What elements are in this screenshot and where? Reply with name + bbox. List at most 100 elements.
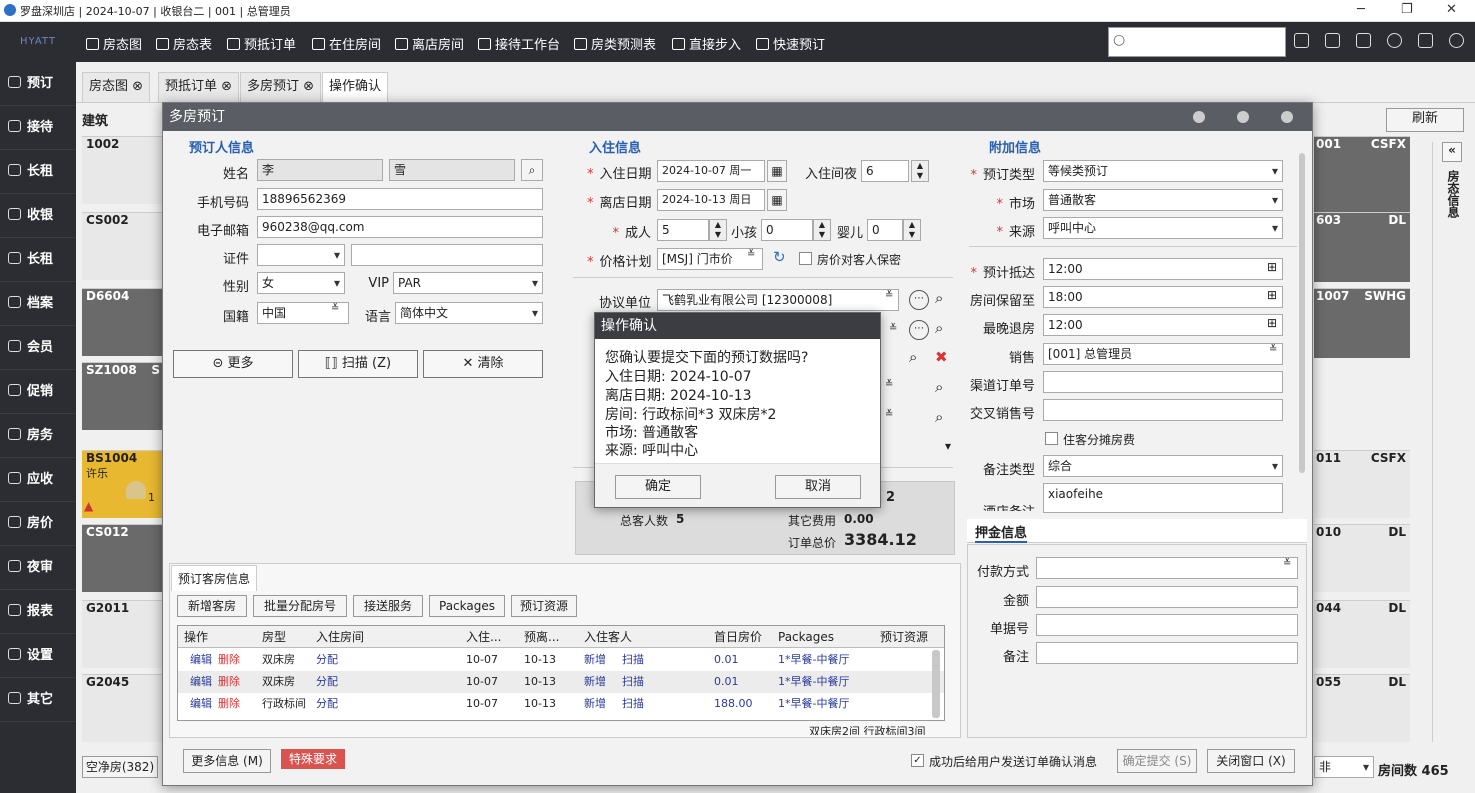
nav-room-status-map[interactable]: 房态图 bbox=[86, 34, 142, 53]
checkin-date-field[interactable]: 2024-10-07 周一 bbox=[657, 160, 765, 182]
add-room-button[interactable]: 新增客房 bbox=[177, 595, 247, 617]
tab-room-status-map[interactable]: 房态图 ⊗ bbox=[82, 72, 151, 102]
dialog-minimize-icon[interactable] bbox=[1193, 111, 1205, 123]
special-request-button[interactable]: 特殊要求 bbox=[281, 749, 346, 769]
table-row[interactable]: 编辑 删除 双床房 分配 10-07 10-13 新增 扫描 0.01 1*早餐… bbox=[178, 671, 944, 693]
transfer-service-button[interactable]: 接送服务 bbox=[353, 595, 423, 617]
nav-departure-rooms[interactable]: 离店房间 bbox=[395, 34, 464, 53]
time-picker-icon[interactable]: ⊞ bbox=[1267, 316, 1277, 330]
clear-button[interactable]: ✕ 清除 bbox=[423, 350, 543, 378]
nav-walk-in[interactable]: 直接步入 bbox=[672, 34, 741, 53]
nav-room-status-table[interactable]: 房态表 bbox=[156, 34, 212, 53]
split-rate-checkbox[interactable] bbox=[1045, 432, 1058, 445]
table-row[interactable]: 编辑 删除 双床房 分配 10-07 10-13 新增 扫描 0.01 1*早餐… bbox=[178, 649, 944, 671]
adult-stepper[interactable]: ▲ ▼ bbox=[709, 219, 727, 241]
more-options-icon[interactable]: ⋯ bbox=[909, 320, 929, 340]
adult-field[interactable]: 5 bbox=[657, 219, 709, 241]
sidebar-item-reports[interactable]: 报表 bbox=[0, 590, 76, 634]
deposit-note-field[interactable] bbox=[1036, 642, 1298, 664]
nav-forecast[interactable]: 房类预测表 bbox=[574, 34, 656, 53]
globe-icon[interactable] bbox=[1387, 33, 1402, 48]
search-icon[interactable]: ⌕ bbox=[935, 319, 943, 337]
sidebar-item-housekeeping[interactable]: 房务 bbox=[0, 414, 76, 458]
source-select[interactable]: 呼叫中心 bbox=[1043, 217, 1283, 239]
hold-until-field[interactable]: 18:00 bbox=[1043, 286, 1283, 308]
given-name-field[interactable]: 雪 bbox=[389, 159, 515, 181]
packages-button[interactable]: Packages bbox=[429, 595, 505, 617]
lock-icon[interactable] bbox=[1418, 33, 1433, 48]
language-select[interactable]: 简体中文 bbox=[395, 302, 543, 324]
calendar-icon[interactable]: ▦ bbox=[767, 189, 787, 211]
nav-quick-booking[interactable]: 快速预订 bbox=[756, 34, 825, 53]
document-no-field[interactable] bbox=[1036, 614, 1298, 636]
notify-checkbox[interactable]: ✓ bbox=[911, 754, 924, 767]
submit-button[interactable]: 确定提交 (S) bbox=[1117, 749, 1197, 773]
sidebar-item-promotion[interactable]: 促销 bbox=[0, 370, 76, 414]
table-scrollbar[interactable] bbox=[932, 650, 940, 718]
room-card[interactable]: CS002 bbox=[82, 212, 162, 280]
hotel-remark-field[interactable]: xiaofeihe bbox=[1043, 483, 1283, 513]
phone-field[interactable]: 18896562369 bbox=[257, 188, 543, 210]
scrollbar[interactable] bbox=[1299, 153, 1305, 473]
tab-multi-room-booking[interactable]: 多房预订 ⊗ bbox=[240, 72, 322, 102]
sidebar-item-members[interactable]: 会员 bbox=[0, 326, 76, 370]
room-card[interactable]: 011 CSFX bbox=[1314, 450, 1410, 518]
agreement-select[interactable]: 飞鹤乳业有限公司 [12300008] bbox=[657, 289, 899, 311]
room-card[interactable]: 1002 bbox=[82, 136, 162, 204]
amount-field[interactable] bbox=[1036, 586, 1298, 608]
search-icon[interactable]: ⌕ bbox=[935, 289, 943, 307]
confirm-ok-button[interactable]: 确定 bbox=[615, 475, 701, 499]
global-search-input[interactable]: ○ bbox=[1108, 27, 1286, 57]
sidebar-item-long-stay[interactable]: 长租 bbox=[0, 150, 76, 194]
room-card[interactable]: 001 CSFX bbox=[1314, 136, 1410, 212]
cross-sale-field[interactable] bbox=[1043, 399, 1283, 421]
nav-arrival-orders[interactable]: 预抵订单 bbox=[227, 34, 296, 53]
sidebar-item-other[interactable]: 其它 bbox=[0, 678, 76, 722]
sidebar-item-rates[interactable]: 房价 bbox=[0, 502, 76, 546]
batch-assign-button[interactable]: 批量分配房号 bbox=[253, 595, 347, 617]
close-dialog-button[interactable]: 关闭窗口 (X) bbox=[1207, 749, 1295, 773]
dialog-maximize-icon[interactable] bbox=[1237, 111, 1249, 123]
calculator-icon[interactable] bbox=[1325, 33, 1340, 48]
refresh-button[interactable]: 刷新 bbox=[1386, 108, 1464, 132]
sidebar-item-booking[interactable]: 预订 bbox=[0, 62, 76, 106]
room-card[interactable]: CS012 bbox=[82, 524, 162, 592]
tab-arrival-orders[interactable]: 预抵订单 ⊗ bbox=[158, 72, 240, 102]
room-card[interactable]: 044 DL bbox=[1314, 600, 1410, 668]
delete-icon[interactable]: ✖ bbox=[935, 348, 948, 366]
sidebar-item-reception[interactable]: 接待 bbox=[0, 106, 76, 150]
room-card[interactable]: G2011 bbox=[82, 600, 162, 668]
sidebar-item-night-audit[interactable]: 夜审 bbox=[0, 546, 76, 590]
message-icon[interactable] bbox=[1294, 33, 1309, 48]
id-type-select[interactable] bbox=[257, 244, 345, 266]
channel-order-field[interactable] bbox=[1043, 371, 1283, 393]
infant-stepper[interactable]: ▲ ▼ bbox=[903, 219, 921, 241]
vacant-clean-filter[interactable]: 空净房(382) bbox=[82, 756, 158, 778]
restore-button[interactable]: ❐ bbox=[1401, 2, 1413, 17]
booking-type-select[interactable]: 等候类预订 bbox=[1043, 160, 1283, 182]
booking-resource-button[interactable]: 预订资源 bbox=[511, 595, 577, 617]
payment-method-select[interactable] bbox=[1036, 557, 1298, 579]
room-card[interactable]: 055 DL bbox=[1314, 674, 1410, 742]
remark-type-select[interactable]: 综合 bbox=[1043, 455, 1283, 477]
child-field[interactable]: 0 bbox=[761, 219, 813, 241]
late-checkout-field[interactable]: 12:00 bbox=[1043, 314, 1283, 336]
sidebar-item-profiles[interactable]: 档案 bbox=[0, 282, 76, 326]
nav-inhouse-rooms[interactable]: 在住房间 bbox=[312, 34, 381, 53]
room-card-occupied[interactable]: BS1004 许乐 1 ▲ bbox=[82, 450, 162, 518]
gender-select[interactable]: 女 bbox=[257, 272, 345, 294]
calendar-icon[interactable]: ▦ bbox=[767, 160, 787, 182]
time-picker-icon[interactable]: ⊞ bbox=[1267, 260, 1277, 274]
refresh-rate-icon[interactable]: ↻ bbox=[773, 248, 786, 266]
room-card[interactable]: 010 DL bbox=[1314, 524, 1410, 592]
rooms-tab[interactable]: 预订客房信息 bbox=[171, 565, 258, 591]
search-icon[interactable]: ⌕ bbox=[935, 378, 943, 396]
arrival-time-field[interactable]: 12:00 bbox=[1043, 258, 1283, 280]
room-card[interactable]: G2045 bbox=[82, 674, 162, 742]
tab-operation-confirm[interactable]: 操作确认 bbox=[322, 72, 389, 102]
nights-field[interactable]: 6 bbox=[861, 160, 909, 182]
nav-reception-desk[interactable]: 接待工作台 bbox=[478, 34, 560, 53]
vip-select[interactable]: PAR bbox=[393, 272, 543, 294]
rate-secret-checkbox[interactable] bbox=[799, 252, 812, 265]
checkout-date-field[interactable]: 2024-10-13 周日 bbox=[657, 189, 765, 211]
